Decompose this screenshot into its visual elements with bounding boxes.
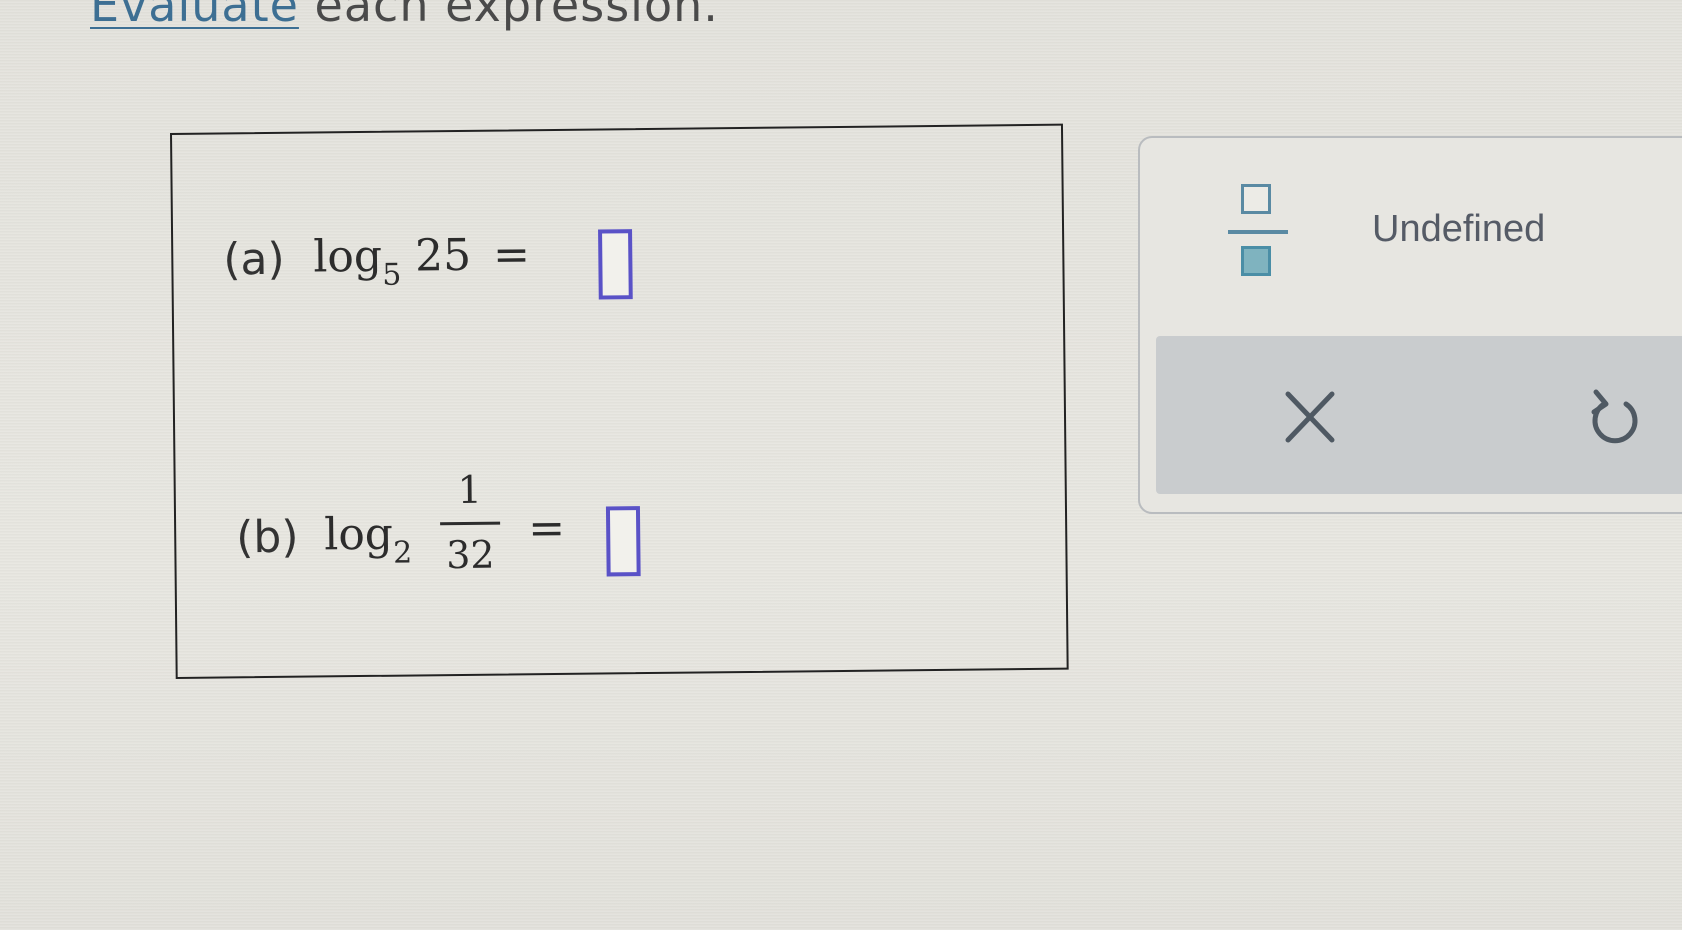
part-b-denominator: 32 (446, 532, 495, 578)
fraction-bar (440, 521, 501, 526)
part-a-label: (a) (223, 233, 285, 286)
part-b-numerator: 1 (457, 467, 483, 513)
part-a-answer-input[interactable] (598, 229, 633, 300)
part-a-expression: log5 25 = (313, 229, 530, 293)
page: Evaluate each expression. (a) log5 25 = (b… (0, 0, 1682, 930)
part-b-fraction: 1 32 (440, 468, 501, 578)
part-a-func: log (313, 230, 383, 283)
fraction-button[interactable] (1228, 180, 1288, 290)
instruction-rest: each expression. (298, 0, 719, 32)
undo-button[interactable] (1582, 382, 1646, 452)
part-b-answer-input[interactable] (605, 506, 641, 577)
clear-button[interactable] (1280, 380, 1340, 450)
part-b-equals: = (527, 502, 566, 555)
close-icon (1285, 391, 1335, 443)
part-b-base: 2 (392, 535, 413, 571)
instruction-text: Evaluate each expression. (90, 0, 719, 32)
part-b-expression: log2 (324, 508, 412, 571)
part-a-base: 5 (382, 257, 402, 293)
evaluate-link[interactable]: Evaluate (90, 0, 299, 32)
part-b-label: (b) (235, 511, 299, 564)
part-b-func: log (323, 508, 394, 561)
part-a-equals: = (492, 229, 531, 281)
undo-icon (1591, 389, 1638, 444)
part-a-argument: 25 (414, 229, 472, 282)
undefined-button[interactable]: Undefined (1372, 208, 1545, 251)
question-panel: (a) log5 25 = (b) log2 1 32 = (170, 123, 1069, 679)
